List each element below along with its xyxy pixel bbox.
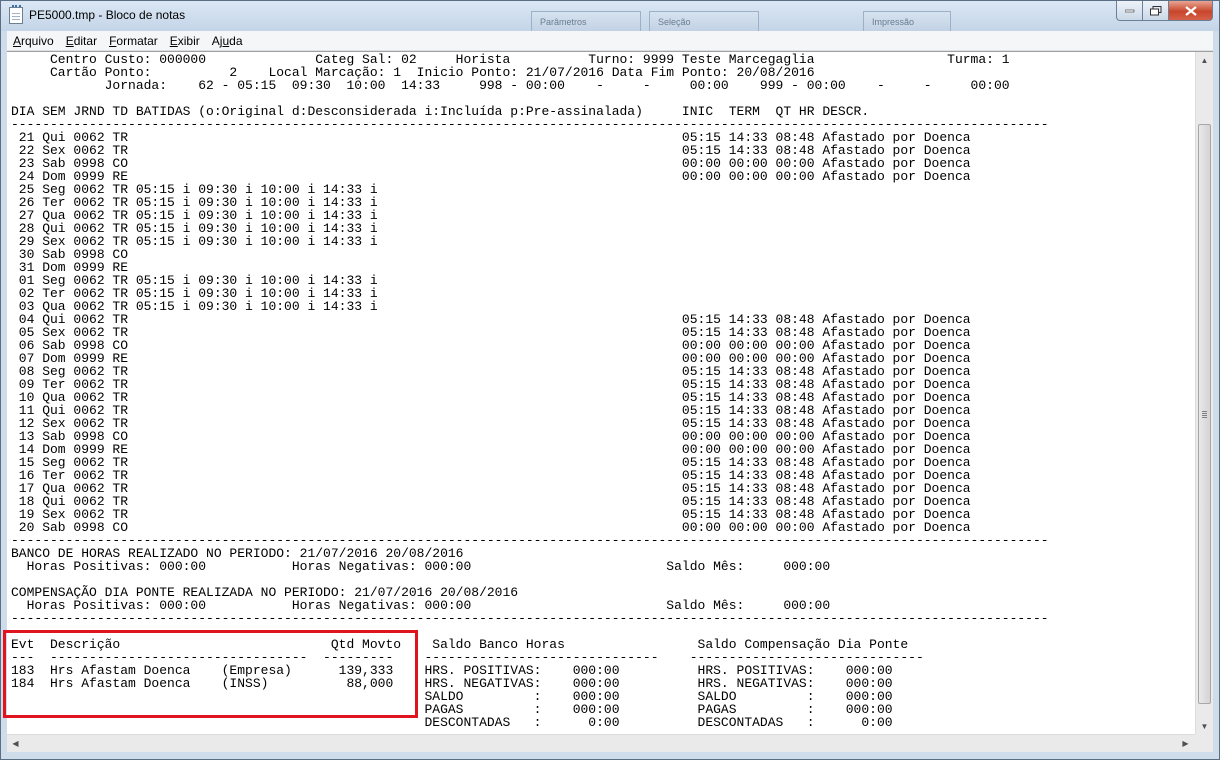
caption-buttons [1116,1,1213,21]
text-line: DESCONTADAS : 0:00 DESCONTADAS : 0:00 [11,715,893,730]
notepad-window: PE5000.tmp - Bloco de notas Parâmetros S… [0,0,1220,760]
scroll-left-button[interactable]: ◀ [7,735,24,752]
menu-editar[interactable]: Editar [60,34,103,48]
resize-grip[interactable] [1195,734,1213,752]
scroll-right-button[interactable]: ▶ [1177,735,1194,752]
restore-icon [1149,5,1161,15]
arrow-up-icon: ▲ [1200,56,1209,65]
close-icon [1184,5,1197,16]
background-tab: Impressão [863,11,951,31]
notepad-app-icon [9,5,23,24]
title-bar[interactable]: PE5000.tmp - Bloco de notas Parâmetros S… [1,1,1219,31]
text-line: 29 Sex 0062 TR 05:15 i 09:30 i 10:00 i 1… [11,234,378,249]
text-line: 30 Sab 0998 CO [11,247,129,262]
text-editor[interactable]: Centro Custo: 000000 Categ Sal: 02 Horis… [7,51,1213,735]
menu-arquivo[interactable]: Arquivo [7,34,60,48]
text-line: Jornada: 62 - 05:15 09:30 10:00 14:33 99… [11,78,1010,93]
arrow-down-icon: ▼ [1200,722,1209,731]
background-tab: Seleção [649,11,759,31]
scroll-down-button[interactable]: ▼ [1196,718,1213,735]
menu-bar: Arquivo Editar Formatar Exibir Ajuda [7,31,1213,51]
maximize-button[interactable] [1143,1,1169,21]
background-tab: Parâmetros [531,11,641,31]
text-line: ----------------------------------------… [11,611,1049,626]
menu-ajuda[interactable]: Ajuda [206,34,249,48]
vertical-scrollbar[interactable]: ▲ ▼ [1195,52,1213,735]
text-line: Horas Positivas: 000:00 Horas Negativas:… [11,559,831,574]
arrow-right-icon: ▶ [1182,739,1189,748]
arrow-left-icon: ◀ [12,739,19,748]
scroll-thumb[interactable] [1198,124,1211,704]
scroll-up-button[interactable]: ▲ [1196,52,1213,69]
minimize-button[interactable] [1116,1,1143,21]
menu-formatar[interactable]: Formatar [103,34,164,48]
window-title: PE5000.tmp - Bloco de notas [29,8,186,22]
background-window-tabs: Parâmetros Seleção Impressão [531,11,951,31]
horizontal-scrollbar[interactable]: ◀ ▶ [7,734,1195,752]
menu-exibir[interactable]: Exibir [164,34,206,48]
document-text[interactable]: Centro Custo: 000000 Categ Sal: 02 Horis… [11,53,1193,733]
close-button[interactable] [1169,1,1213,21]
minimize-icon [1124,9,1134,12]
